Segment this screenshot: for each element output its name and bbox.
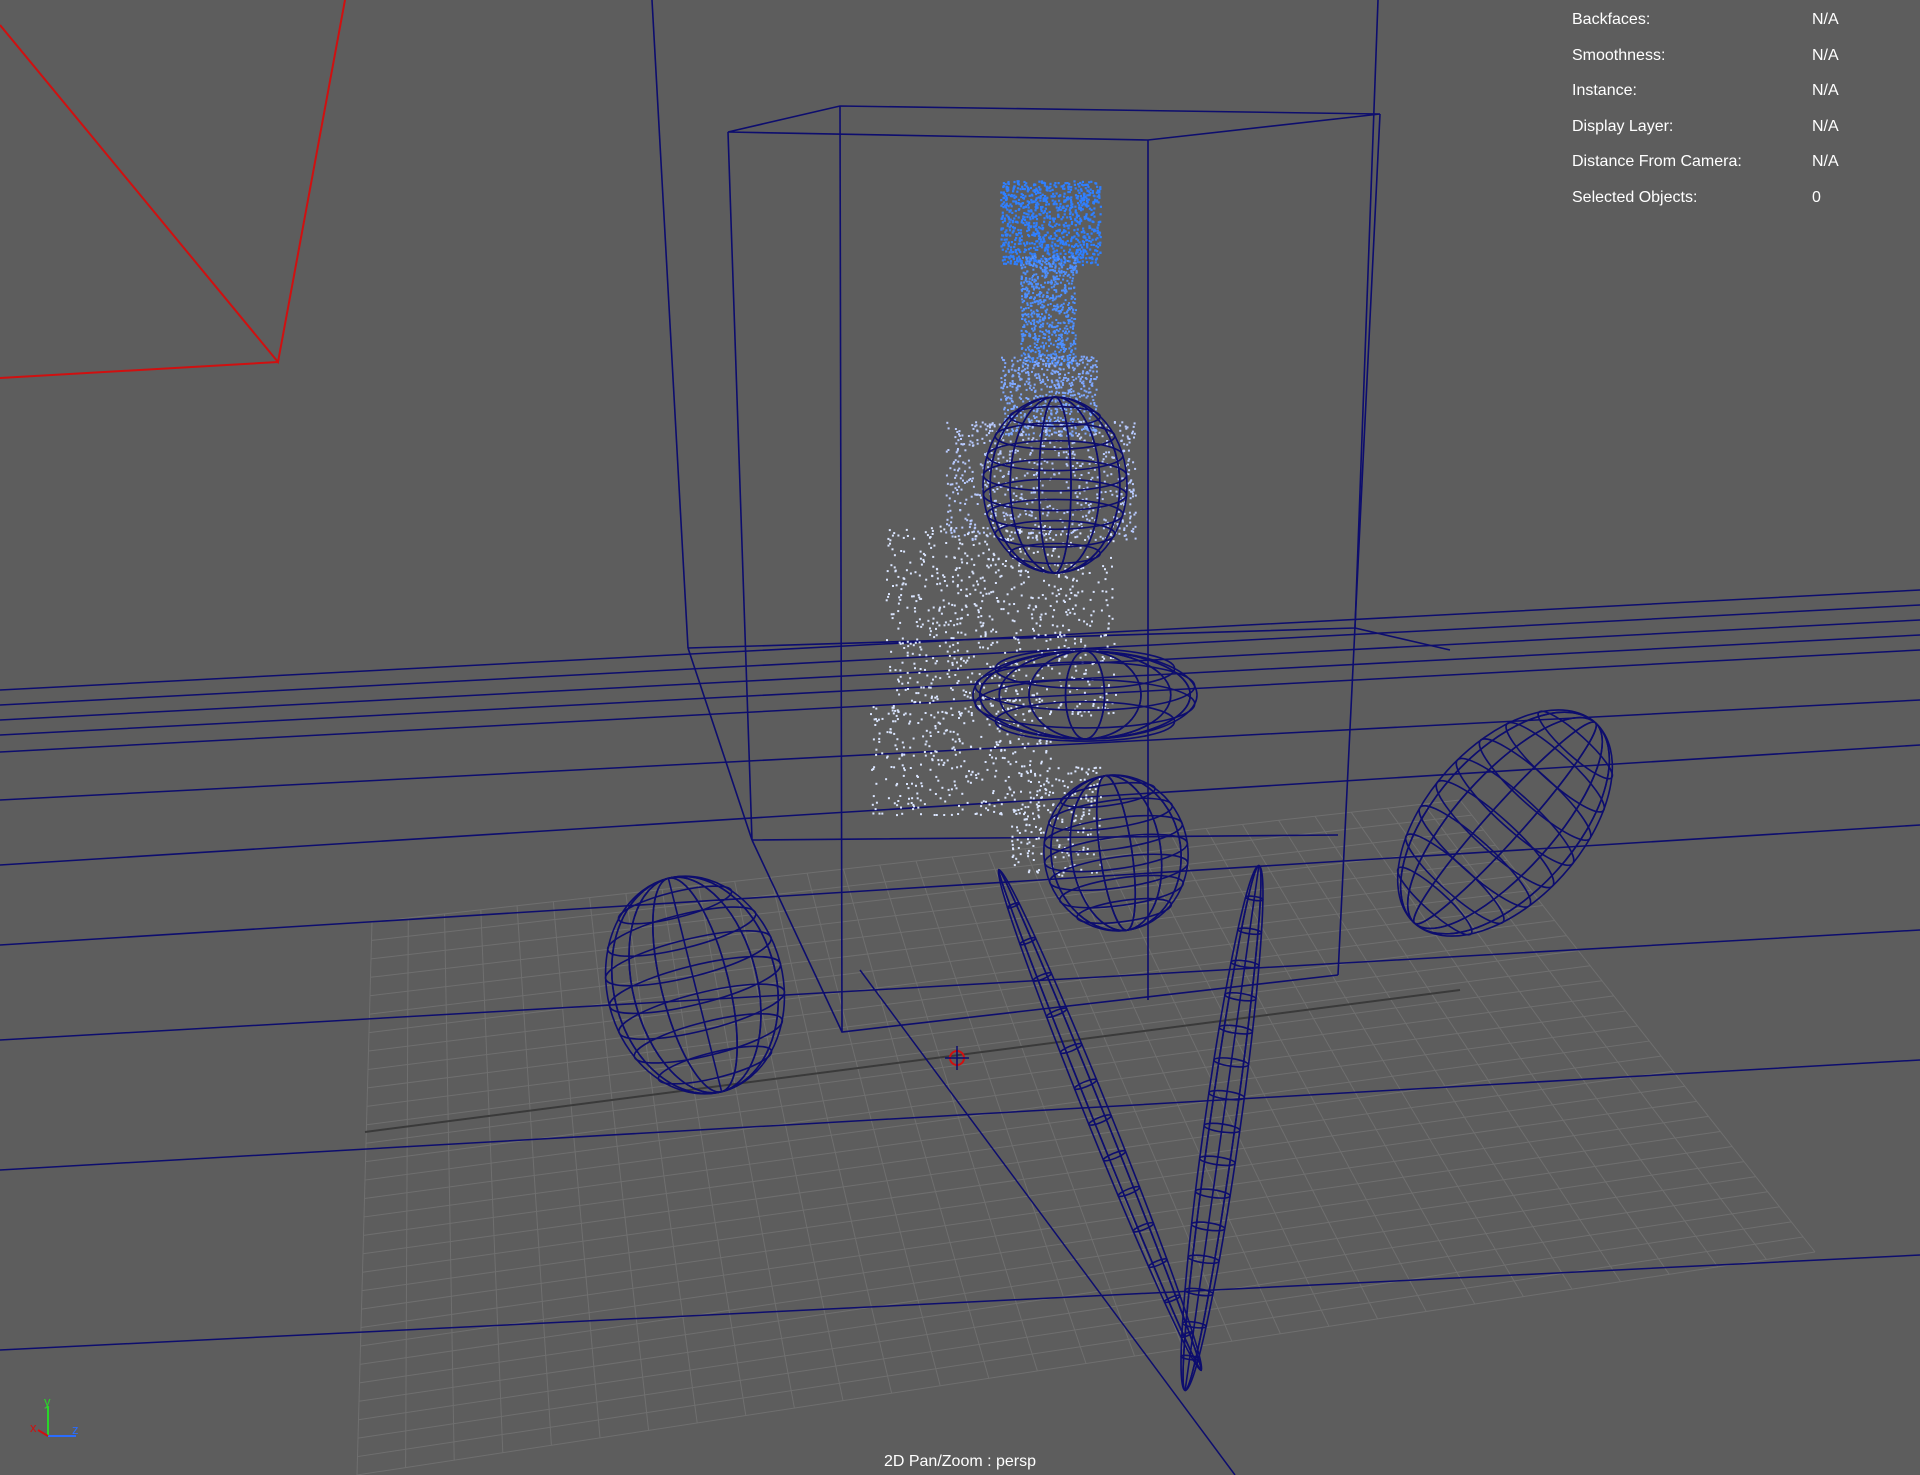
hud-value: N/A bbox=[1812, 117, 1839, 135]
scene-canvas[interactable] bbox=[0, 0, 1920, 1475]
hud-value: N/A bbox=[1812, 46, 1839, 64]
back-box[interactable] bbox=[651, 0, 1379, 649]
hud-label: Backfaces: bbox=[1572, 11, 1651, 28]
hud-value: N/A bbox=[1812, 82, 1839, 99]
perspective-viewport[interactable]: Backfaces: N/A Smoothness: N/A Instance: N/A D… bbox=[0, 0, 1920, 1475]
hud-label: Instance: bbox=[1572, 82, 1637, 99]
environment-lines bbox=[0, 589, 1920, 1351]
view-axis-indicator: y z x bbox=[30, 1394, 90, 1449]
hud-row: Backfaces: N/A bbox=[1572, 2, 1902, 38]
hud-value: 0 bbox=[1812, 188, 1821, 206]
hud-row: Selected Objects: 0 bbox=[1572, 180, 1902, 216]
x-axis-label: x bbox=[30, 1420, 37, 1435]
stick-collider-left[interactable] bbox=[988, 865, 1213, 1375]
stick-collider-right[interactable] bbox=[1167, 863, 1276, 1393]
hud-row: Instance: N/A bbox=[1572, 73, 1902, 109]
hud-label: Smoothness: bbox=[1572, 46, 1666, 64]
z-axis-label: z bbox=[72, 1422, 79, 1437]
fluid-particles[interactable] bbox=[870, 180, 1137, 877]
hud-value: N/A bbox=[1812, 153, 1839, 170]
y-axis-label: y bbox=[44, 1394, 51, 1409]
hud-row: Display Layer: N/A bbox=[1572, 109, 1902, 145]
camera-frustum[interactable] bbox=[0, 0, 346, 379]
hud-label: Distance From Camera: bbox=[1572, 153, 1742, 170]
hud-row: Smoothness: N/A bbox=[1572, 38, 1902, 74]
heads-up-display: Backfaces: N/A Smoothness: N/A Instance: N/A D… bbox=[1572, 2, 1902, 215]
hud-value: N/A bbox=[1812, 11, 1839, 28]
origin-axes bbox=[364, 969, 1461, 1475]
hud-label: Display Layer: bbox=[1572, 117, 1674, 135]
hud-row: Distance From Camera: N/A bbox=[1572, 144, 1902, 180]
x-axis-line bbox=[37, 1429, 49, 1437]
sphere-collider-upper[interactable] bbox=[982, 396, 1128, 574]
hud-label: Selected Objects: bbox=[1572, 188, 1698, 206]
viewport-camera-label: 2D Pan/Zoom : persp bbox=[883, 1453, 1037, 1470]
